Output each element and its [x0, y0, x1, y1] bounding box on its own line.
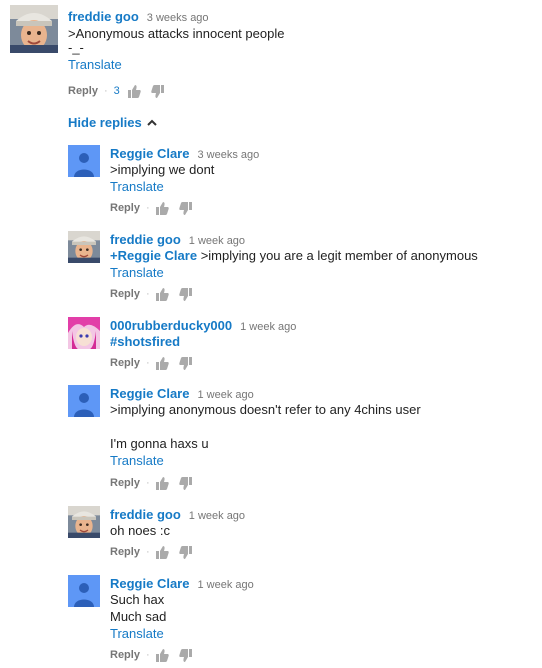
comment-actions: Reply · 3	[68, 84, 174, 98]
hide-replies-toggle[interactable]: Hide replies	[68, 115, 157, 130]
chevron-up-icon	[146, 119, 157, 126]
author-link[interactable]: freddie goo	[110, 232, 181, 247]
separator-dot: ·	[145, 202, 150, 214]
thumbs-down-icon[interactable]	[179, 202, 192, 215]
translate-link[interactable]: Translate	[110, 625, 254, 642]
timestamp[interactable]: 1 week ago	[197, 389, 253, 401]
separator-dot: ·	[145, 288, 150, 300]
thumbs-down-icon[interactable]	[179, 288, 192, 301]
comment-body: Reggie Clare 1 week ago Such hax Much sad…	[110, 575, 254, 642]
default-avatar-icon[interactable]	[68, 385, 100, 417]
comment-text: oh noes :c	[110, 523, 170, 538]
thumbs-up-icon[interactable]	[156, 477, 169, 490]
thumbs-down-icon[interactable]	[179, 477, 192, 490]
comment-text: >implying anonymous doesn't refer to any…	[110, 402, 421, 451]
author-link[interactable]: 000rubberducky000	[110, 318, 232, 333]
author-link[interactable]: freddie goo	[68, 9, 139, 24]
hashtag-link[interactable]: #shotsfired	[110, 334, 180, 349]
separator-dot: ·	[145, 649, 150, 661]
mention-link[interactable]: +Reggie Clare	[110, 248, 197, 263]
comment-body: freddie goo 1 week ago +Reggie Clare >imp…	[110, 231, 478, 281]
thumbs-up-icon[interactable]	[156, 202, 169, 215]
thumbs-up-icon[interactable]	[156, 649, 169, 662]
thumbs-down-icon[interactable]	[179, 546, 192, 559]
reply-button[interactable]: Reply	[110, 649, 140, 661]
comment-actions: Reply ·	[110, 356, 202, 370]
comment-header: freddie goo 3 weeks ago	[68, 8, 284, 24]
avatar[interactable]	[68, 317, 100, 349]
translate-link[interactable]: Translate	[110, 264, 478, 281]
timestamp[interactable]: 3 weeks ago	[147, 12, 209, 24]
comment-actions: Reply ·	[110, 201, 202, 215]
default-avatar-icon[interactable]	[68, 575, 100, 607]
separator-dot: ·	[145, 357, 150, 369]
comment-body: 000rubberducky000 1 week ago #shotsfired	[110, 317, 296, 350]
avatar[interactable]	[68, 231, 100, 263]
translate-link[interactable]: Translate	[110, 452, 421, 469]
reply-button[interactable]: Reply	[110, 546, 140, 558]
thumbs-up-icon[interactable]	[156, 288, 169, 301]
comment-body: freddie goo 1 week ago oh noes :c	[110, 506, 245, 539]
avatar[interactable]	[68, 506, 100, 538]
reply-button[interactable]: Reply	[110, 202, 140, 214]
timestamp[interactable]: 1 week ago	[197, 579, 253, 591]
author-link[interactable]: Reggie Clare	[110, 576, 189, 591]
author-link[interactable]: freddie goo	[110, 507, 181, 522]
translate-link[interactable]: Translate	[68, 56, 284, 73]
reply-button[interactable]: Reply	[110, 357, 140, 369]
comment-text: >Anonymous attacks innocent people	[68, 26, 285, 41]
reply-button[interactable]: Reply	[110, 477, 140, 489]
comment-text: +Reggie Clare >implying you are a legit …	[110, 247, 478, 264]
thumbs-down-icon[interactable]	[179, 357, 192, 370]
reply-button[interactable]: Reply	[68, 85, 98, 97]
thumbs-down-icon[interactable]	[179, 649, 192, 662]
reply-button[interactable]: Reply	[110, 288, 140, 300]
timestamp[interactable]: 1 week ago	[189, 235, 245, 247]
comment-actions: Reply ·	[110, 648, 202, 662]
translate-link[interactable]: Translate	[110, 178, 259, 195]
default-avatar-icon[interactable]	[68, 145, 100, 177]
separator-dot: ·	[145, 477, 150, 489]
comment-text: Such hax Much sad	[110, 592, 167, 624]
thumbs-up-icon[interactable]	[156, 546, 169, 559]
timestamp[interactable]: 1 week ago	[240, 321, 296, 333]
hide-replies-label: Hide replies	[68, 115, 142, 130]
timestamp[interactable]: 3 weeks ago	[197, 149, 259, 161]
comment-text-rest: >implying you are a legit member of anon…	[197, 248, 478, 263]
comment-text: >implying we dont	[110, 162, 215, 177]
thumbs-down-icon[interactable]	[151, 85, 164, 98]
author-link[interactable]: Reggie Clare	[110, 386, 189, 401]
like-count: 3	[113, 85, 120, 97]
comment-body: freddie goo 3 weeks ago >Anonymous attack…	[68, 8, 284, 73]
timestamp[interactable]: 1 week ago	[189, 510, 245, 522]
comment-body: Reggie Clare 1 week ago >implying anonymo…	[110, 385, 421, 469]
separator-dot: ·	[103, 85, 108, 97]
comment-actions: Reply ·	[110, 545, 202, 559]
comment-text: #shotsfired	[110, 333, 296, 350]
comment-actions: Reply ·	[110, 287, 202, 301]
comment-text: -_-	[68, 40, 84, 55]
thumbs-up-icon[interactable]	[156, 357, 169, 370]
comment-actions: Reply ·	[110, 476, 202, 490]
comment-body: Reggie Clare 3 weeks ago >implying we don…	[110, 145, 259, 195]
thumbs-up-icon[interactable]	[128, 85, 141, 98]
avatar[interactable]	[10, 5, 58, 53]
separator-dot: ·	[145, 546, 150, 558]
author-link[interactable]: Reggie Clare	[110, 146, 189, 161]
